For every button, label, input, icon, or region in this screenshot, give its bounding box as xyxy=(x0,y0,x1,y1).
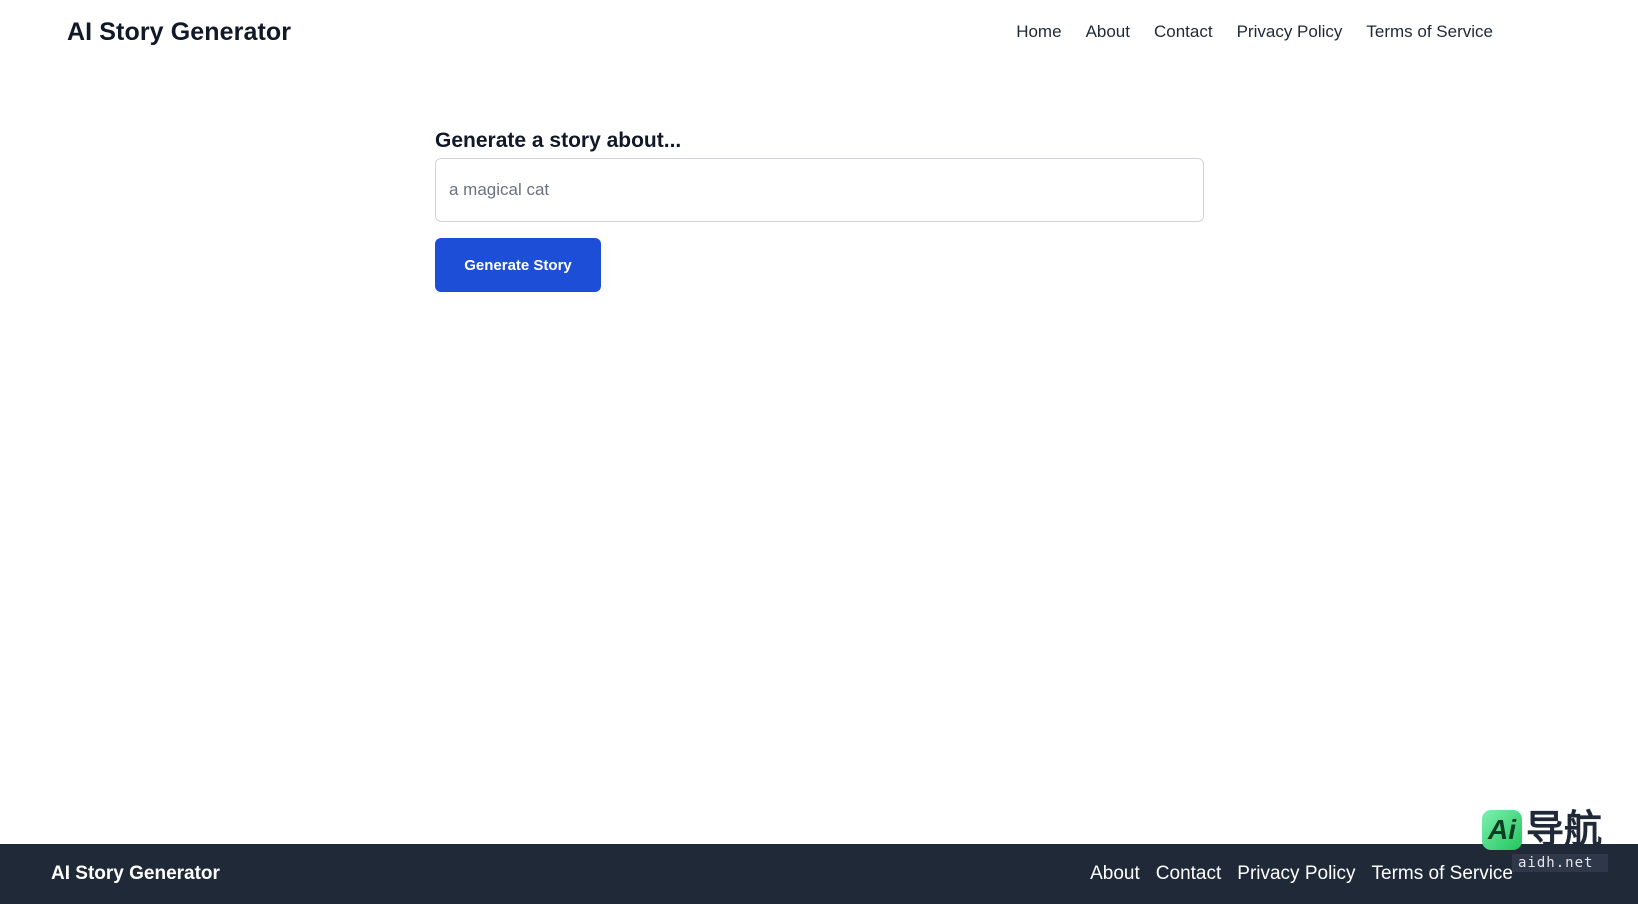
footer-link-about[interactable]: About xyxy=(1090,863,1140,885)
story-prompt-label: Generate a story about... xyxy=(435,129,682,152)
nav-link-privacy-policy[interactable]: Privacy Policy xyxy=(1237,22,1343,42)
story-form: Generate a story about... Generate Story xyxy=(435,128,1204,292)
nav-link-about[interactable]: About xyxy=(1086,22,1130,42)
watermark-domain: aidh.net xyxy=(1512,854,1608,872)
generate-story-button[interactable]: Generate Story xyxy=(435,238,601,292)
footer-link-privacy-policy[interactable]: Privacy Policy xyxy=(1237,863,1355,885)
site-brand-link[interactable]: AI Story Generator xyxy=(67,18,291,47)
nav-link-contact[interactable]: Contact xyxy=(1154,22,1213,42)
site-footer: AI Story Generator About Contact Privacy… xyxy=(0,844,1638,904)
story-topic-input[interactable] xyxy=(435,158,1204,222)
nav-link-home[interactable]: Home xyxy=(1016,22,1061,42)
watermark-ai-icon: Ai xyxy=(1482,810,1522,850)
nav-link-terms-of-service[interactable]: Terms of Service xyxy=(1366,22,1493,42)
footer-link-contact[interactable]: Contact xyxy=(1156,863,1221,885)
watermark-logo: Ai 导航 aidh.net xyxy=(1482,808,1612,874)
footer-brand: AI Story Generator xyxy=(51,863,220,884)
footer-nav: About Contact Privacy Policy Terms of Se… xyxy=(1090,863,1513,885)
site-header: AI Story Generator Home About Contact Pr… xyxy=(0,0,1638,64)
main-nav: Home About Contact Privacy Policy Terms … xyxy=(1016,22,1493,42)
watermark-text: 导航 xyxy=(1526,809,1603,851)
